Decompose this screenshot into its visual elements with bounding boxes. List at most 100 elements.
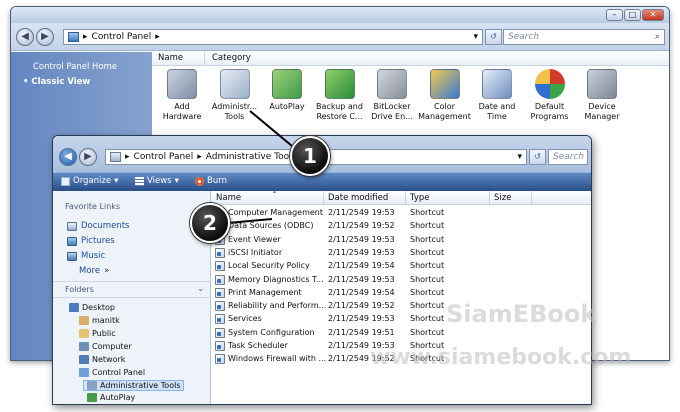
favorite-music[interactable]: Music bbox=[67, 251, 105, 261]
row-name: iSCSI Initiator bbox=[228, 247, 283, 257]
table-row[interactable]: Computer Management 2/11/2549 19:53 Shortc… bbox=[211, 207, 591, 220]
column-separator[interactable] bbox=[531, 191, 532, 205]
control-panel-item[interactable]: Color Management bbox=[416, 69, 474, 121]
row-type: Shortcut bbox=[410, 301, 445, 311]
autoplay-icon bbox=[272, 69, 302, 99]
control-panel-item-label: AutoPlay bbox=[269, 102, 305, 111]
column-date-modified[interactable]: Date modified bbox=[328, 193, 388, 203]
shortcut-icon bbox=[215, 341, 225, 351]
more-favorites-link[interactable]: More » bbox=[79, 266, 109, 276]
breadcrumb-administrative-tools[interactable]: Administrative Tools bbox=[206, 152, 297, 162]
folder-tree-item[interactable]: manitk bbox=[79, 315, 120, 325]
table-row[interactable]: Event Viewer 2/11/2549 19:53 Shortcut bbox=[211, 234, 591, 247]
address-dropdown-icon[interactable]: ▾ bbox=[517, 152, 522, 162]
burn-label: Burn bbox=[207, 176, 227, 186]
nav-divider bbox=[53, 281, 211, 282]
control-panel-item[interactable]: AutoPlay bbox=[258, 69, 316, 112]
shortcut-icon bbox=[215, 287, 225, 298]
folder-tree-item[interactable]: Computer bbox=[79, 341, 132, 351]
back-button[interactable]: ◀ bbox=[16, 28, 34, 46]
column-name[interactable]: Name bbox=[216, 193, 241, 203]
table-row[interactable]: Memory Diagnostics T... 2/11/2549 19:53 Sh… bbox=[211, 274, 591, 287]
burn-button[interactable]: Burn bbox=[195, 176, 227, 186]
column-separator[interactable] bbox=[405, 191, 406, 205]
control-panel-address-bar[interactable]: ▸ Control Panel ▸ ▾ bbox=[63, 29, 483, 45]
column-name[interactable]: Name bbox=[158, 53, 183, 63]
control-panel-item[interactable]: Administr... Tools bbox=[204, 66, 265, 124]
address-dropdown-icon[interactable]: ▾ bbox=[473, 32, 478, 42]
column-separator[interactable] bbox=[323, 191, 324, 205]
folder-tree-item[interactable]: Control Panel bbox=[79, 367, 145, 377]
favorite-pictures[interactable]: Pictures bbox=[67, 236, 115, 246]
organize-icon bbox=[61, 176, 70, 186]
folder-label: manitk bbox=[92, 315, 120, 325]
admin-tools-search-input[interactable]: Search bbox=[548, 149, 588, 165]
maximize-button[interactable]: □ bbox=[624, 9, 641, 21]
navigation-pane: Favorite Links Documents Pictures Music … bbox=[53, 191, 211, 404]
forward-button[interactable]: ▶ bbox=[36, 28, 54, 46]
folder-icon bbox=[79, 315, 89, 325]
address-chevron-icon: ▸ bbox=[125, 152, 130, 162]
folder-tree-item[interactable]: Desktop bbox=[69, 303, 115, 312]
control-panel-search-input[interactable]: Search ⌕ bbox=[503, 29, 665, 45]
row-type: Shortcut bbox=[410, 327, 445, 337]
control-panel-item[interactable]: Backup and Restore C... bbox=[311, 69, 369, 121]
table-row[interactable]: Print Management 2/11/2549 19:54 Shortcut bbox=[211, 287, 591, 300]
control-panel-item-label: Device Manager bbox=[584, 102, 620, 121]
folder-icon bbox=[79, 367, 89, 377]
search-icon[interactable]: ⌕ bbox=[655, 30, 660, 44]
table-row[interactable]: iSCSI Initiator 2/11/2549 19:53 Shortcut bbox=[211, 247, 591, 260]
table-row[interactable]: System Configuration 2/11/2549 19:51 Short… bbox=[211, 327, 591, 340]
row-type: Shortcut bbox=[410, 221, 445, 231]
folders-header[interactable]: Folders bbox=[65, 285, 94, 294]
table-row[interactable]: Local Security Policy 2/11/2549 19:54 Shor… bbox=[211, 260, 591, 273]
row-type: Shortcut bbox=[410, 314, 445, 324]
folder-label: AutoPlay bbox=[100, 393, 136, 403]
callout-2: 2 bbox=[190, 203, 230, 243]
row-name: Task Scheduler bbox=[228, 341, 288, 350]
control-panel-item[interactable]: Device Manager bbox=[573, 69, 631, 121]
control-panel-item[interactable]: Add Hardware bbox=[153, 69, 211, 121]
control-panel-item[interactable]: Date and Time bbox=[468, 69, 526, 121]
classic-view-label: Classic View bbox=[31, 77, 91, 87]
folder-icon bbox=[79, 328, 89, 338]
back-button[interactable]: ◀ bbox=[59, 148, 77, 166]
folder-icon bbox=[79, 354, 89, 364]
folder-icon bbox=[69, 303, 79, 312]
folder-label: Desktop bbox=[82, 303, 115, 312]
breadcrumb-control-panel[interactable]: Control Panel bbox=[134, 152, 194, 162]
column-size[interactable]: Size bbox=[494, 193, 511, 203]
breadcrumb-control-panel[interactable]: Control Panel bbox=[92, 32, 152, 42]
folder-tree-item[interactable]: Network bbox=[79, 354, 125, 364]
row-date-modified: 2/11/2549 19:51 bbox=[328, 327, 395, 337]
forward-button[interactable]: ▶ bbox=[79, 148, 97, 166]
folder-tree-item[interactable]: Administrative Tools bbox=[83, 380, 185, 392]
folders-collapse-icon[interactable]: ⌄ bbox=[197, 284, 204, 293]
refresh-button[interactable]: ↺ bbox=[529, 149, 546, 165]
refresh-button[interactable]: ↺ bbox=[485, 29, 502, 45]
table-row[interactable]: Data Sources (ODBC) 2/11/2549 19:52 Shortc… bbox=[211, 220, 591, 233]
organize-button[interactable]: Organize ▾ bbox=[61, 176, 118, 186]
folder-tree-item[interactable]: AutoPlay bbox=[87, 393, 136, 403]
classic-view-link[interactable]: • Classic View bbox=[23, 77, 90, 87]
row-type: Shortcut bbox=[410, 247, 445, 257]
minimize-button[interactable]: – bbox=[606, 9, 623, 21]
column-separator[interactable] bbox=[489, 191, 490, 205]
close-button[interactable]: ✕ bbox=[642, 9, 664, 21]
device-manager-icon bbox=[587, 69, 617, 99]
row-date-modified: 2/11/2549 19:53 bbox=[328, 247, 395, 257]
folder-tree-item[interactable]: Public bbox=[79, 328, 116, 338]
column-category[interactable]: Category bbox=[212, 53, 251, 63]
row-date-modified: 2/11/2549 19:53 bbox=[328, 208, 395, 217]
row-date-modified: 2/11/2549 19:52 bbox=[328, 221, 395, 231]
row-date-modified: 2/11/2549 19:53 bbox=[328, 234, 395, 244]
control-panel-home-link[interactable]: Control Panel Home bbox=[33, 62, 117, 72]
row-date-modified: 2/11/2549 19:54 bbox=[328, 287, 395, 297]
folder-icon bbox=[87, 393, 97, 403]
row-type: Shortcut bbox=[410, 274, 445, 284]
column-type[interactable]: Type bbox=[410, 193, 430, 203]
control-panel-item[interactable]: Default Programs bbox=[521, 69, 579, 121]
control-panel-item[interactable]: BitLocker Drive En... bbox=[363, 69, 421, 121]
favorite-documents[interactable]: Documents bbox=[67, 221, 129, 231]
views-button[interactable]: Views ▾ bbox=[135, 176, 179, 186]
